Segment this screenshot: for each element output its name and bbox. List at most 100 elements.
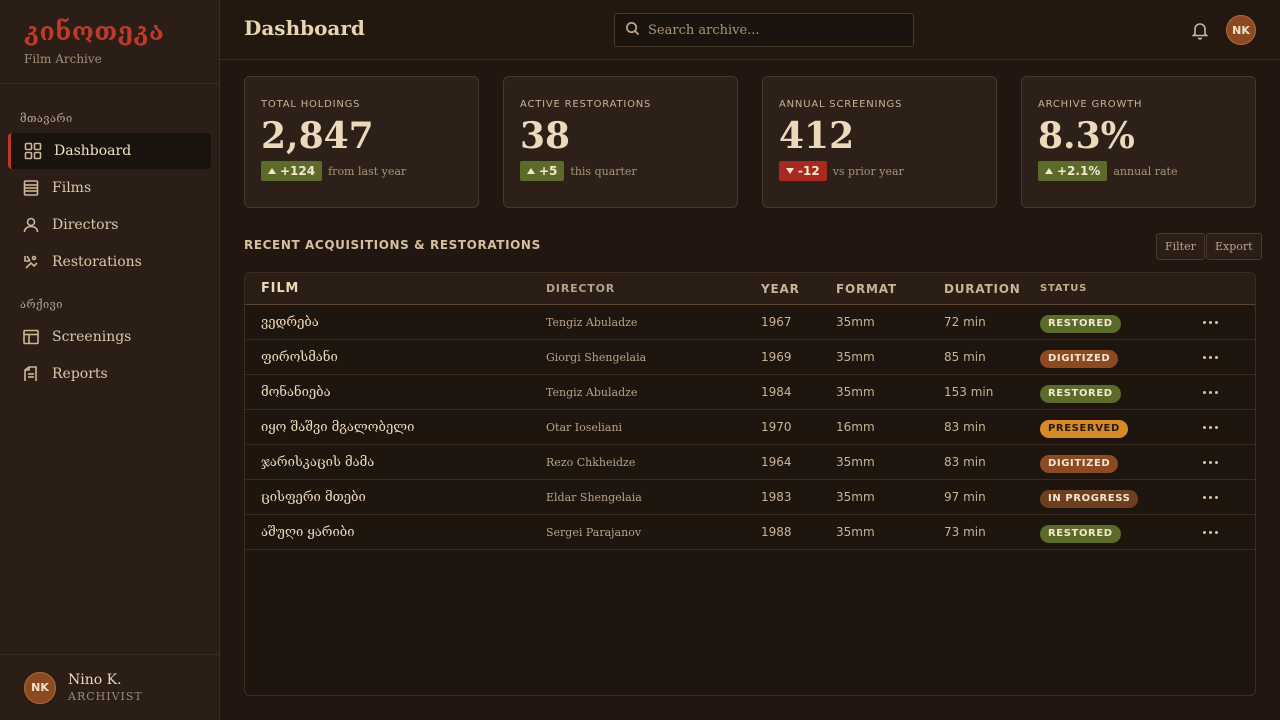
more-actions-icon[interactable] <box>1202 355 1218 359</box>
more-actions-icon[interactable] <box>1202 425 1218 429</box>
stat-value: 2,847 <box>261 115 374 157</box>
sidebar-item-label: Directors <box>52 217 119 233</box>
film-duration: 73 min <box>944 525 986 539</box>
status-badge: RESTORED <box>1040 525 1121 543</box>
grid-icon <box>24 142 42 160</box>
section-title: RECENT ACQUISITIONS & RESTORATIONS <box>244 238 541 252</box>
brand: კინოთეკა Film Archive <box>0 0 219 84</box>
arrow-up-icon <box>527 168 535 174</box>
stat-note: vs prior year <box>832 164 904 178</box>
director-name: Giorgi Shengelaia <box>546 350 647 364</box>
sidebar-item-reports[interactable]: Reports <box>8 356 211 392</box>
sidebar-item-films[interactable]: Films <box>8 170 211 206</box>
sidebar-item-label: Reports <box>52 366 108 382</box>
avatar: NK <box>24 671 56 704</box>
film-year: 1970 <box>761 420 792 434</box>
more-actions-icon[interactable] <box>1202 320 1218 324</box>
table-row[interactable]: იყო შაშვი მგალობელი Otar Ioseliani 1970 16m… <box>245 410 1255 445</box>
brand-subtitle: Film Archive <box>24 52 102 66</box>
stat-delta-badge: +2.1% <box>1038 161 1108 181</box>
column-header-director[interactable]: DIRECTOR <box>546 282 761 295</box>
stat-delta: +124 <box>280 164 316 178</box>
table-row[interactable]: მონანიება Tengiz Abuladze 1984 35mm 153 min R… <box>245 375 1255 410</box>
table-body: ვედრება Tengiz Abuladze 1967 35mm 72 min REST… <box>245 305 1255 550</box>
film-title: იყო შაშვი მგალობელი <box>261 419 415 435</box>
report-icon <box>22 365 40 383</box>
film-duration: 85 min <box>944 350 986 364</box>
sidebar-item-screenings[interactable]: Screenings <box>8 319 211 355</box>
film-title: მონანიება <box>261 384 331 400</box>
search-input[interactable] <box>648 22 888 38</box>
stat-note: from last year <box>328 164 407 178</box>
film-year: 1988 <box>761 525 792 539</box>
film-format: 35mm <box>836 525 875 539</box>
restore-icon <box>22 253 40 271</box>
more-actions-icon[interactable] <box>1202 390 1218 394</box>
film-duration: 83 min <box>944 455 986 469</box>
brand-logo-text[interactable]: კინოთეკა <box>24 16 195 48</box>
sidebar-item-label: Films <box>52 180 92 196</box>
table-row[interactable]: ცისფერი მთები Eldar Shengelaia 1983 35mm 97 … <box>245 480 1255 515</box>
status-badge: RESTORED <box>1040 315 1121 333</box>
arrow-up-icon <box>268 168 276 174</box>
status-badge: DIGITIZED <box>1040 455 1119 473</box>
column-header-duration[interactable]: DURATION <box>944 282 1040 296</box>
status-badge: IN PROGRESS <box>1040 490 1139 508</box>
page-title: Dashboard <box>244 16 365 40</box>
stat-label: ACTIVE RESTORATIONS <box>520 99 652 110</box>
sidebar: კინოთეკა Film Archive მთავარი Dashboard … <box>0 0 220 720</box>
status-badge: PRESERVED <box>1040 420 1128 438</box>
film-title: აშუღი ყარიბი <box>261 524 355 540</box>
table-row[interactable]: აშუღი ყარიბი Sergei Parajanov 1988 35mm 73 m… <box>245 515 1255 550</box>
table-row[interactable]: ჯარისკაცის მამა Rezo Chkheidze 1964 35mm 83 … <box>245 445 1255 480</box>
stat-label: TOTAL HOLDINGS <box>261 99 361 110</box>
column-header-status[interactable]: STATUS <box>1040 283 1190 294</box>
film-list-icon <box>22 179 40 197</box>
column-header-format[interactable]: FORMAT <box>836 282 944 296</box>
filter-button[interactable]: Filter <box>1156 233 1205 260</box>
sidebar-item-restorations[interactable]: Restorations <box>8 244 211 280</box>
film-format: 35mm <box>836 385 875 399</box>
sidebar-item-label: Restorations <box>52 254 142 270</box>
calendar-table-icon <box>22 328 40 346</box>
film-year: 1964 <box>761 455 792 469</box>
column-header-film[interactable]: FILM <box>245 281 546 296</box>
sidebar-item-label: Dashboard <box>54 143 132 159</box>
film-year: 1983 <box>761 490 792 504</box>
more-actions-icon[interactable] <box>1202 495 1218 499</box>
director-name: Tengiz Abuladze <box>546 385 638 399</box>
sidebar-item-directors[interactable]: Directors <box>8 207 211 243</box>
stat-value: 412 <box>779 115 855 157</box>
user-profile[interactable]: NK Nino K. ARCHIVIST <box>0 654 219 720</box>
film-format: 35mm <box>836 315 875 329</box>
search-icon <box>625 21 640 40</box>
column-header-year[interactable]: YEAR <box>761 282 836 296</box>
film-duration: 72 min <box>944 315 986 329</box>
arrow-up-icon <box>1045 168 1053 174</box>
film-year: 1969 <box>761 350 792 364</box>
search-box[interactable] <box>614 13 914 47</box>
film-format: 35mm <box>836 490 875 504</box>
films-table: FILM DIRECTOR YEAR FORMAT DURATION STATU… <box>244 272 1256 696</box>
export-button[interactable]: Export <box>1206 233 1262 260</box>
film-title: ცისფერი მთები <box>261 489 366 505</box>
stat-delta-badge: +124 <box>261 161 323 181</box>
stats-cards: TOTAL HOLDINGS 2,847 +124 from last year… <box>244 76 1256 208</box>
film-year: 1984 <box>761 385 792 399</box>
film-duration: 97 min <box>944 490 986 504</box>
film-title: ფიროსმანი <box>261 349 338 365</box>
stat-label: ARCHIVE GROWTH <box>1038 99 1143 110</box>
table-row[interactable]: ფიროსმანი Giorgi Shengelaia 1969 35mm 85 min… <box>245 340 1255 375</box>
film-format: 35mm <box>836 455 875 469</box>
film-title: ვედრება <box>261 314 319 330</box>
director-name: Otar Ioseliani <box>546 420 623 434</box>
more-actions-icon[interactable] <box>1202 530 1218 534</box>
table-row[interactable]: ვედრება Tengiz Abuladze 1967 35mm 72 min REST… <box>245 305 1255 340</box>
header-avatar[interactable]: NK <box>1226 15 1256 45</box>
sidebar-item-dashboard[interactable]: Dashboard <box>8 133 211 169</box>
bell-icon[interactable] <box>1190 20 1210 40</box>
more-actions-icon[interactable] <box>1202 460 1218 464</box>
stat-card-total-holdings: TOTAL HOLDINGS 2,847 +124 from last year <box>244 76 479 208</box>
stat-card-active-restorations: ACTIVE RESTORATIONS 38 +5 this quarter <box>503 76 738 208</box>
nav-section-archive: არქივი <box>20 298 63 311</box>
